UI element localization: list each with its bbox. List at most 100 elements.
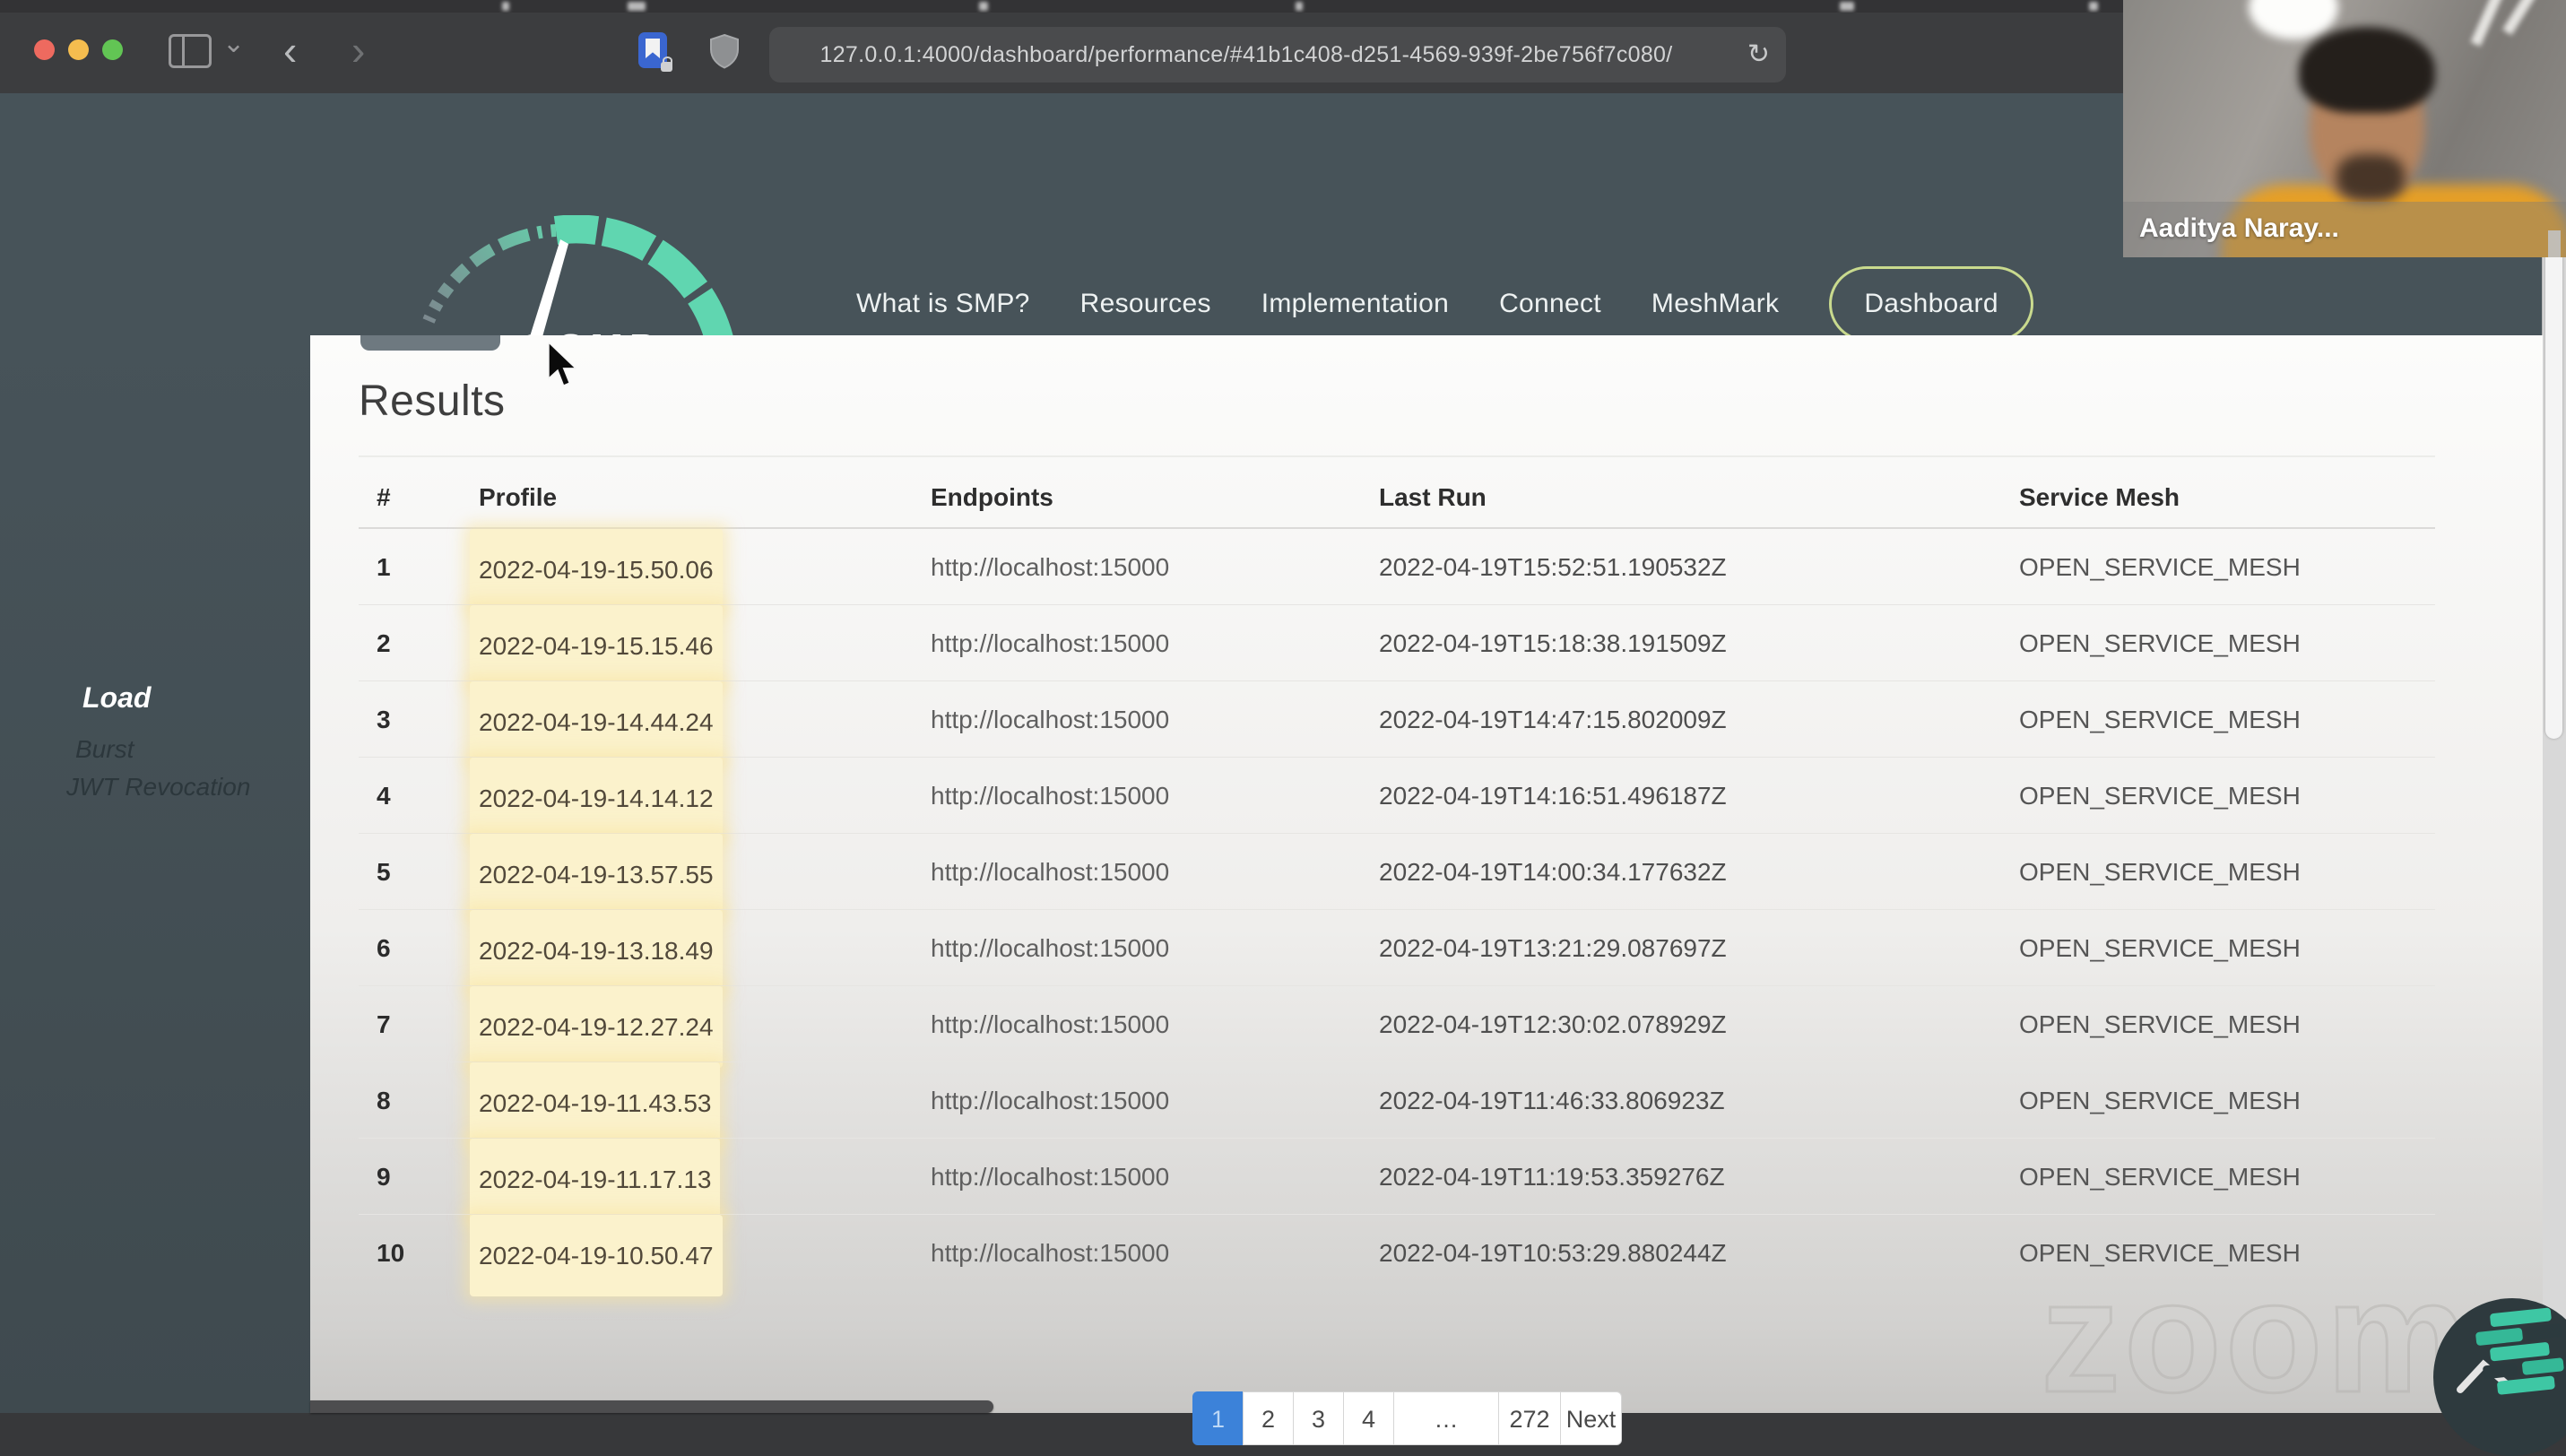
smp-layered-s-icon [2466, 1302, 2566, 1410]
table-row[interactable]: 6 2022-04-19-13.18.49 http://localhost:1… [310, 910, 2543, 992]
sidebar-item-jwt-revocation[interactable]: JWT Revocation [66, 773, 250, 802]
url-text: 127.0.0.1:4000/dashboard/performance/#41… [819, 42, 1673, 67]
table-row[interactable]: 8 2022-04-19-11.43.53 http://localhost:1… [310, 1062, 2543, 1144]
endpoints-cell: http://localhost:15000 [931, 782, 1170, 810]
nav-item-what-is-smp[interactable]: What is SMP? [856, 289, 1030, 319]
endpoints-cell: http://localhost:15000 [931, 1239, 1170, 1267]
ceiling-light [2249, 0, 2338, 39]
last-run-cell: 2022-04-19T15:52:51.190532Z [1379, 553, 1727, 581]
last-run-cell: 2022-04-19T15:18:38.191509Z [1379, 629, 1727, 657]
participant-hair [2299, 27, 2435, 113]
endpoints-cell: http://localhost:15000 [931, 934, 1170, 962]
chevron-down-icon[interactable] [222, 39, 237, 54]
nav-item-resources[interactable]: Resources [1080, 289, 1211, 319]
traffic-light-minimize-button[interactable] [68, 39, 89, 60]
table-row[interactable]: 7 2022-04-19-12.27.24 http://localhost:1… [310, 986, 2543, 1068]
row-number: 2 [377, 629, 391, 657]
shield-icon[interactable] [708, 32, 741, 74]
service-mesh-cell: OPEN_SERVICE_MESH [2019, 1010, 2301, 1038]
vertical-scrollbar[interactable] [2542, 93, 2566, 1413]
table-row[interactable]: 1 2022-04-19-15.50.06 http://localhost:1… [310, 529, 2543, 611]
sidebar-item-load[interactable]: Load [82, 681, 151, 715]
title-divider [359, 455, 2435, 457]
endpoints-cell: http://localhost:15000 [931, 1087, 1170, 1114]
endpoints-cell: http://localhost:15000 [931, 553, 1170, 581]
nav-item-meshmark[interactable]: MeshMark [1651, 289, 1779, 319]
service-mesh-cell: OPEN_SERVICE_MESH [2019, 553, 2301, 581]
service-mesh-cell: OPEN_SERVICE_MESH [2019, 1163, 2301, 1191]
panel-tab[interactable] [360, 335, 500, 351]
column-endpoints: Endpoints [931, 483, 1053, 511]
bookmark-glyph [646, 39, 660, 58]
sidebar-toggle-icon[interactable] [169, 34, 212, 68]
cursor-icon [547, 341, 588, 394]
last-run-cell: 2022-04-19T13:21:29.087697Z [1379, 934, 1727, 962]
row-number: 10 [377, 1239, 405, 1267]
nav-item-connect[interactable]: Connect [1499, 289, 1601, 319]
last-run-cell: 2022-04-19T14:00:34.177632Z [1379, 858, 1727, 886]
service-mesh-cell: OPEN_SERVICE_MESH [2019, 706, 2301, 733]
table-row[interactable]: 3 2022-04-19-14.44.24 http://localhost:1… [310, 681, 2543, 763]
row-number: 8 [377, 1087, 391, 1114]
last-run-cell: 2022-04-19T12:30:02.078929Z [1379, 1010, 1727, 1038]
column-profile: Profile [479, 483, 558, 511]
column-last-run: Last Run [1379, 483, 1487, 511]
service-mesh-cell: OPEN_SERVICE_MESH [2019, 1087, 2301, 1114]
traffic-light-zoom-button[interactable] [102, 39, 123, 60]
row-number: 1 [377, 553, 391, 581]
page-title: Results [359, 377, 506, 425]
page-button-272[interactable]: 272 [1498, 1391, 1561, 1445]
webcam-overlay: Aaditya Naray... [2123, 0, 2566, 257]
endpoints-cell: http://localhost:15000 [931, 1010, 1170, 1038]
sidebar-item-burst[interactable]: Burst [75, 735, 134, 764]
endpoints-cell: http://localhost:15000 [931, 858, 1170, 886]
page-button-1[interactable]: 1 [1192, 1391, 1244, 1445]
zoom-watermark: zoom [2040, 1247, 2472, 1426]
endpoints-cell: http://localhost:15000 [931, 1163, 1170, 1191]
page-button-3[interactable]: 3 [1293, 1391, 1344, 1445]
sidebar: Load Burst JWT Revocation [0, 335, 310, 1413]
extension-bookmark-icon[interactable] [638, 32, 672, 72]
endpoints-cell: http://localhost:15000 [931, 706, 1170, 733]
last-run-cell: 2022-04-19T11:46:33.806923Z [1379, 1087, 1725, 1114]
horizontal-scrollbar[interactable] [310, 1400, 993, 1413]
row-number: 9 [377, 1163, 391, 1191]
table-row[interactable]: 9 2022-04-19-11.17.13 http://localhost:1… [310, 1139, 2543, 1220]
row-number: 4 [377, 782, 391, 810]
nav-item-implementation[interactable]: Implementation [1261, 289, 1449, 319]
last-run-cell: 2022-04-19T14:16:51.496187Z [1379, 782, 1727, 810]
row-number: 6 [377, 934, 391, 962]
vertical-scrollbar-thumb[interactable] [2545, 201, 2562, 739]
traffic-light-close-button[interactable] [34, 39, 55, 60]
row-number: 7 [377, 1010, 391, 1038]
column-service-mesh: Service Mesh [2019, 483, 2180, 511]
page-button-ellipsis[interactable]: … [1393, 1391, 1499, 1445]
row-number: 3 [377, 706, 391, 733]
table-row[interactable]: 2 2022-04-19-15.15.46 http://localhost:1… [310, 605, 2543, 687]
last-run-cell: 2022-04-19T11:19:53.359276Z [1379, 1163, 1725, 1191]
service-mesh-cell: OPEN_SERVICE_MESH [2019, 629, 2301, 657]
participant-name-band: Aaditya Naray... [2123, 202, 2566, 257]
participant-name: Aaditya Naray... [2139, 213, 2339, 243]
table-header: # Profile Endpoints Last Run Service Mes… [310, 470, 2543, 525]
reload-icon[interactable]: ↻ [1747, 27, 1770, 82]
last-run-cell: 2022-04-19T10:53:29.880244Z [1379, 1239, 1727, 1267]
service-mesh-cell: OPEN_SERVICE_MESH [2019, 858, 2301, 886]
service-mesh-cell: OPEN_SERVICE_MESH [2019, 934, 2301, 962]
table-row[interactable]: 4 2022-04-19-14.14.12 http://localhost:1… [310, 758, 2543, 839]
page-button-2[interactable]: 2 [1243, 1391, 1294, 1445]
pagination: 1 2 3 4 … 272 Next [1192, 1391, 1622, 1445]
page-button-4[interactable]: 4 [1343, 1391, 1394, 1445]
back-icon[interactable]: ‹ [283, 27, 297, 74]
next-button[interactable]: Next [1560, 1391, 1622, 1445]
lock-icon [661, 56, 672, 72]
row-number: 5 [377, 858, 391, 886]
url-bar[interactable]: 127.0.0.1:4000/dashboard/performance/#41… [769, 27, 1786, 82]
column-number: # [377, 483, 391, 511]
forward-icon[interactable]: › [351, 27, 365, 74]
table-row[interactable]: 5 2022-04-19-13.57.55 http://localhost:1… [310, 834, 2543, 915]
service-mesh-cell: OPEN_SERVICE_MESH [2019, 782, 2301, 810]
endpoints-cell: http://localhost:15000 [931, 629, 1170, 657]
nav-item-dashboard[interactable]: Dashboard [1829, 266, 2033, 342]
results-panel: Results # Profile Endpoints Last Run Ser… [310, 335, 2543, 1445]
